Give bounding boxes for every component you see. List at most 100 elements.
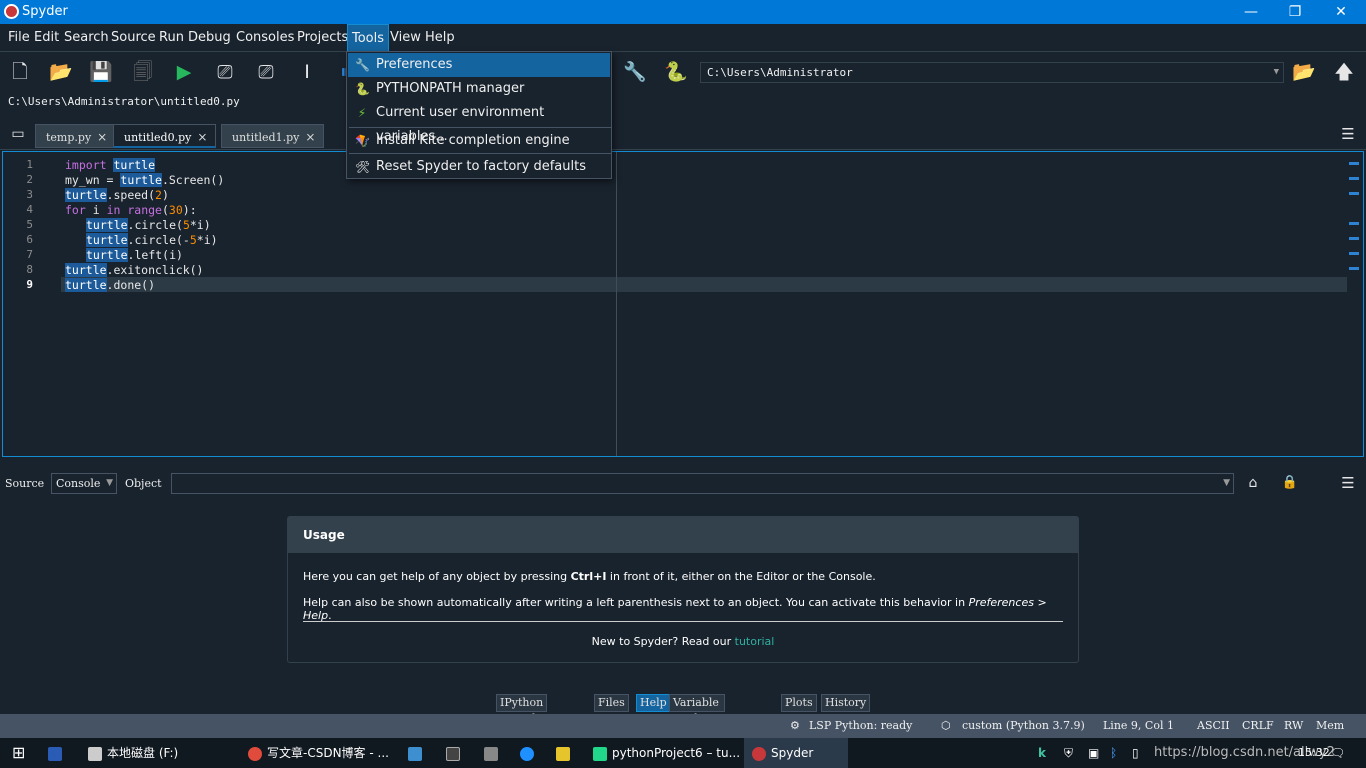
tab-label: temp.py xyxy=(46,131,92,144)
menu-projects[interactable]: Projects xyxy=(293,24,352,52)
preferences-wrench-icon[interactable]: 🔧 xyxy=(623,60,647,84)
source-combo[interactable]: Console ▼ xyxy=(51,473,117,494)
taskbar-item-pycharm[interactable]: pythonProject6 – tu... xyxy=(585,738,748,768)
notepad-icon[interactable] xyxy=(548,738,583,768)
ie-icon[interactable] xyxy=(512,738,547,768)
tab-untitled1-py[interactable]: untitled1.py × xyxy=(221,124,325,148)
lock-icon[interactable]: 🔒 xyxy=(1278,471,1302,495)
menu-search[interactable]: Search xyxy=(60,24,113,52)
file-encoding: ASCII xyxy=(1197,719,1230,732)
menu-view[interactable]: View xyxy=(386,24,425,52)
line-number: 2 xyxy=(26,173,33,186)
chevron-down-icon: ▼ xyxy=(1223,478,1230,488)
tools-menu-dropdown: 🔧 Preferences 🐍 PYTHONPATH manager ⚡ Curren… xyxy=(346,51,612,179)
usb-icon[interactable] xyxy=(476,738,511,768)
working-directory-combo[interactable]: C:\Users\Administrator ▼ xyxy=(700,62,1284,83)
browse-tabs-icon[interactable]: ▭ xyxy=(6,122,30,146)
help-options-menu-icon[interactable]: ☰ xyxy=(1336,471,1360,495)
menu-run[interactable]: Run xyxy=(155,24,188,52)
file-eol: CRLF xyxy=(1242,719,1274,732)
code-editor[interactable]: 1 2 3 4 5 6 7 8 9 import turtle my_wn = … xyxy=(2,151,1364,457)
powershell-icon[interactable] xyxy=(40,738,75,768)
line-number: 7 xyxy=(26,248,33,261)
tab-temp-py[interactable]: temp.py × xyxy=(35,124,117,148)
lsp-status[interactable]: LSP Python: ready xyxy=(809,714,912,738)
tab-ipython-console[interactable]: IPython console xyxy=(496,694,548,725)
parent-directory-icon[interactable]: 🡅 xyxy=(1332,60,1356,84)
save-icon[interactable]: 💾 xyxy=(89,60,113,84)
number-literal: 2 xyxy=(155,188,162,202)
menu-item-env-variables[interactable]: ⚡ Current user environment variables... xyxy=(348,101,610,144)
open-file-icon[interactable]: 📂 xyxy=(49,60,73,84)
run-cell-advance-icon[interactable]: ⎚ xyxy=(254,60,278,84)
code-text: .circle( xyxy=(127,218,183,232)
menu-tools[interactable]: Tools xyxy=(347,24,390,52)
usb-tray-icon[interactable]: ▯ xyxy=(1124,738,1147,768)
usage-text: Help can also be shown automatically aft… xyxy=(303,596,969,609)
object-input[interactable]: ▼ xyxy=(171,473,1234,494)
chevron-down-icon[interactable]: ▼ xyxy=(1274,63,1279,82)
close-tab-icon[interactable]: × xyxy=(305,130,315,144)
browse-directory-icon[interactable]: 📂 xyxy=(1292,60,1316,84)
python-path-icon[interactable]: 🐍 xyxy=(664,60,688,84)
code-line: my_wn = turtle.Screen() xyxy=(65,173,224,188)
taskbar-item-chrome[interactable]: 写文章-CSDN博客 - ... xyxy=(240,738,397,768)
close-button[interactable]: ✕ xyxy=(1318,0,1364,24)
code-text: i xyxy=(85,203,107,217)
occurrence-highlight: turtle xyxy=(120,173,162,187)
minimize-button[interactable]: — xyxy=(1228,0,1274,24)
code-text: .circle(- xyxy=(127,233,190,247)
chrome-icon xyxy=(248,746,262,761)
close-tab-icon[interactable]: × xyxy=(97,130,107,144)
kite-icon[interactable]: k xyxy=(1030,738,1054,768)
menu-debug[interactable]: Debug xyxy=(184,24,235,52)
window-title: Spyder xyxy=(22,4,68,19)
cursor-position: Line 9, Col 1 xyxy=(1103,719,1174,732)
new-file-icon[interactable]: 🗋 xyxy=(8,60,32,84)
tab-variable-explorer[interactable]: Variable Explorer xyxy=(669,694,726,725)
shortcut-text: Ctrl+I xyxy=(570,570,607,583)
run-cell-icon[interactable]: ⎚ xyxy=(213,60,237,84)
notification-icon[interactable]: 🗨 xyxy=(1322,738,1353,768)
bluetooth-icon[interactable]: ᛒ xyxy=(1102,738,1125,768)
tab-plots[interactable]: Plots xyxy=(781,694,817,712)
menu-help[interactable]: Help xyxy=(421,24,459,52)
tab-untitled0-py[interactable]: untitled0.py × xyxy=(113,124,217,148)
line-number: 8 xyxy=(26,263,33,276)
taskbar-item-explorer[interactable]: 本地磁盘 (F:) xyxy=(80,738,186,768)
drive-icon xyxy=(88,746,102,761)
save-all-icon[interactable]: 🗐 xyxy=(131,60,155,84)
taskbar-item-spyder[interactable]: Spyder xyxy=(744,738,848,768)
line-number: 6 xyxy=(26,233,33,246)
tutorial-link[interactable]: tutorial xyxy=(735,635,775,648)
menu-item-label: Preferences xyxy=(376,57,453,72)
menu-item-pythonpath-manager[interactable]: 🐍 PYTHONPATH manager xyxy=(348,77,610,101)
code-text: my_wn = xyxy=(65,173,121,187)
builtin: range xyxy=(127,203,162,217)
windows-start-icon[interactable]: ⊞ xyxy=(4,738,33,768)
usage-text: New to Spyder? Read our xyxy=(591,635,735,648)
menu-edit[interactable]: Edit xyxy=(30,24,63,52)
run-selection-icon[interactable]: I xyxy=(295,60,319,84)
menu-item-preferences[interactable]: 🔧 Preferences xyxy=(348,53,610,77)
editor-options-menu-icon[interactable]: ☰ xyxy=(1336,122,1360,146)
tab-help[interactable]: Help xyxy=(636,694,671,712)
tab-files[interactable]: Files xyxy=(594,694,629,712)
menu-source[interactable]: Source xyxy=(107,24,160,52)
taskbar-app-icon[interactable] xyxy=(400,738,435,768)
terminal-icon[interactable] xyxy=(438,738,473,768)
close-tab-icon[interactable]: × xyxy=(197,130,207,144)
maximize-button[interactable]: ❐ xyxy=(1272,0,1318,24)
home-icon[interactable]: ⌂ xyxy=(1241,471,1265,495)
run-icon[interactable]: ▶ xyxy=(172,60,196,84)
line-number: 4 xyxy=(26,203,33,216)
scrollflag-marker xyxy=(1349,162,1359,165)
menu-consoles[interactable]: Consoles xyxy=(232,24,298,52)
code-line: import turtle xyxy=(65,158,156,173)
python-env-status[interactable]: custom (Python 3.7.9) xyxy=(962,714,1085,738)
shield-icon[interactable]: ⛨ xyxy=(1056,738,1081,768)
pane-splitter[interactable] xyxy=(0,459,1366,467)
tab-history[interactable]: History xyxy=(821,694,871,712)
menu-item-install-kite[interactable]: 🪁 Install Kite completion engine xyxy=(348,129,610,153)
menu-item-reset-spyder[interactable]: 🛠 Reset Spyder to factory defaults xyxy=(348,155,610,179)
